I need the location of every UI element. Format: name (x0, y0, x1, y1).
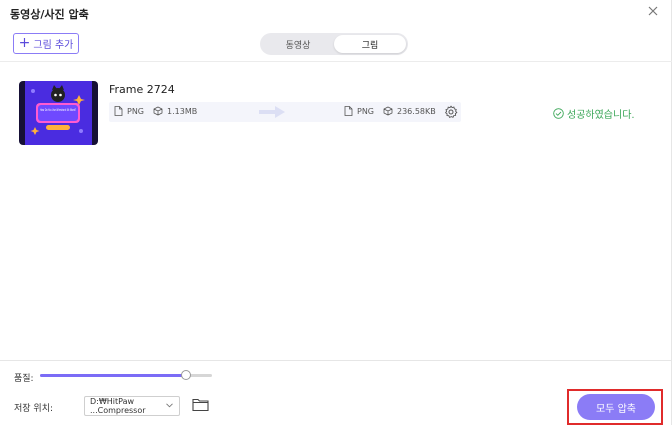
check-circle-icon (553, 108, 564, 119)
settings-gear-icon[interactable] (444, 105, 458, 119)
title-bar: 동영상/사진 압축 (0, 0, 672, 26)
close-icon[interactable] (646, 4, 660, 18)
media-type-switch: 동영상 그림 (260, 33, 408, 55)
quality-label: 품질: (14, 374, 34, 384)
save-location-select[interactable]: D:₩HitPaw ...Compressor (84, 396, 180, 416)
input-format: PNG (114, 106, 144, 116)
output-size-text: 236.58KB (397, 106, 436, 116)
save-location-label: 저장 위치: (14, 404, 54, 414)
input-size-text: 1.13MB (167, 106, 198, 116)
box-icon (383, 106, 393, 116)
bottom-panel: 품질: 저장 위치: D:₩HitPaw ...Compressor 모두 압축 (0, 360, 672, 425)
toolbar: + 그림 추가 동영상 그림 (0, 26, 672, 62)
quality-slider[interactable] (40, 370, 212, 380)
status-success: 성공하였습니다. (553, 106, 635, 121)
slider-handle[interactable] (181, 370, 192, 380)
arrow-right-icon (259, 106, 285, 118)
compressor-window: 동영상/사진 압축 + 그림 추가 동영상 그림 How Do You Use … (0, 0, 672, 425)
output-format: PNG (344, 106, 374, 116)
file-list-item: How Do You Use Wireshark Kit Word? Frame… (0, 62, 672, 162)
output-format-text: PNG (357, 106, 375, 116)
tab-video[interactable]: 동영상 (262, 35, 334, 53)
compress-highlight-box: 모두 압축 (567, 389, 663, 425)
box-icon (153, 106, 163, 116)
file-name: Frame 2724 (109, 83, 175, 96)
input-format-text: PNG (127, 106, 145, 116)
tab-image[interactable]: 그림 (334, 35, 406, 53)
compress-all-button[interactable]: 모두 압축 (577, 394, 655, 420)
file-thumbnail: How Do You Use Wireshark Kit Word? (19, 81, 98, 145)
add-image-label: 그림 추가 (33, 40, 74, 51)
file-icon (344, 106, 353, 116)
plus-icon: + (18, 35, 31, 51)
status-text: 성공하였습니다. (567, 110, 635, 121)
add-image-button[interactable]: + 그림 추가 (13, 33, 79, 54)
output-size: 236.58KB (383, 106, 436, 116)
input-size: 1.13MB (153, 106, 197, 116)
window-title: 동영상/사진 압축 (10, 8, 89, 21)
slider-fill (40, 374, 187, 377)
file-icon (114, 106, 123, 116)
file-info-bar: PNG 1.13MB PNG 236.58KB (109, 102, 461, 122)
folder-icon[interactable] (192, 397, 209, 412)
chevron-down-icon (166, 403, 173, 408)
thumbnail-caption: How Do You Use Wireshark Kit Word? (40, 108, 76, 112)
